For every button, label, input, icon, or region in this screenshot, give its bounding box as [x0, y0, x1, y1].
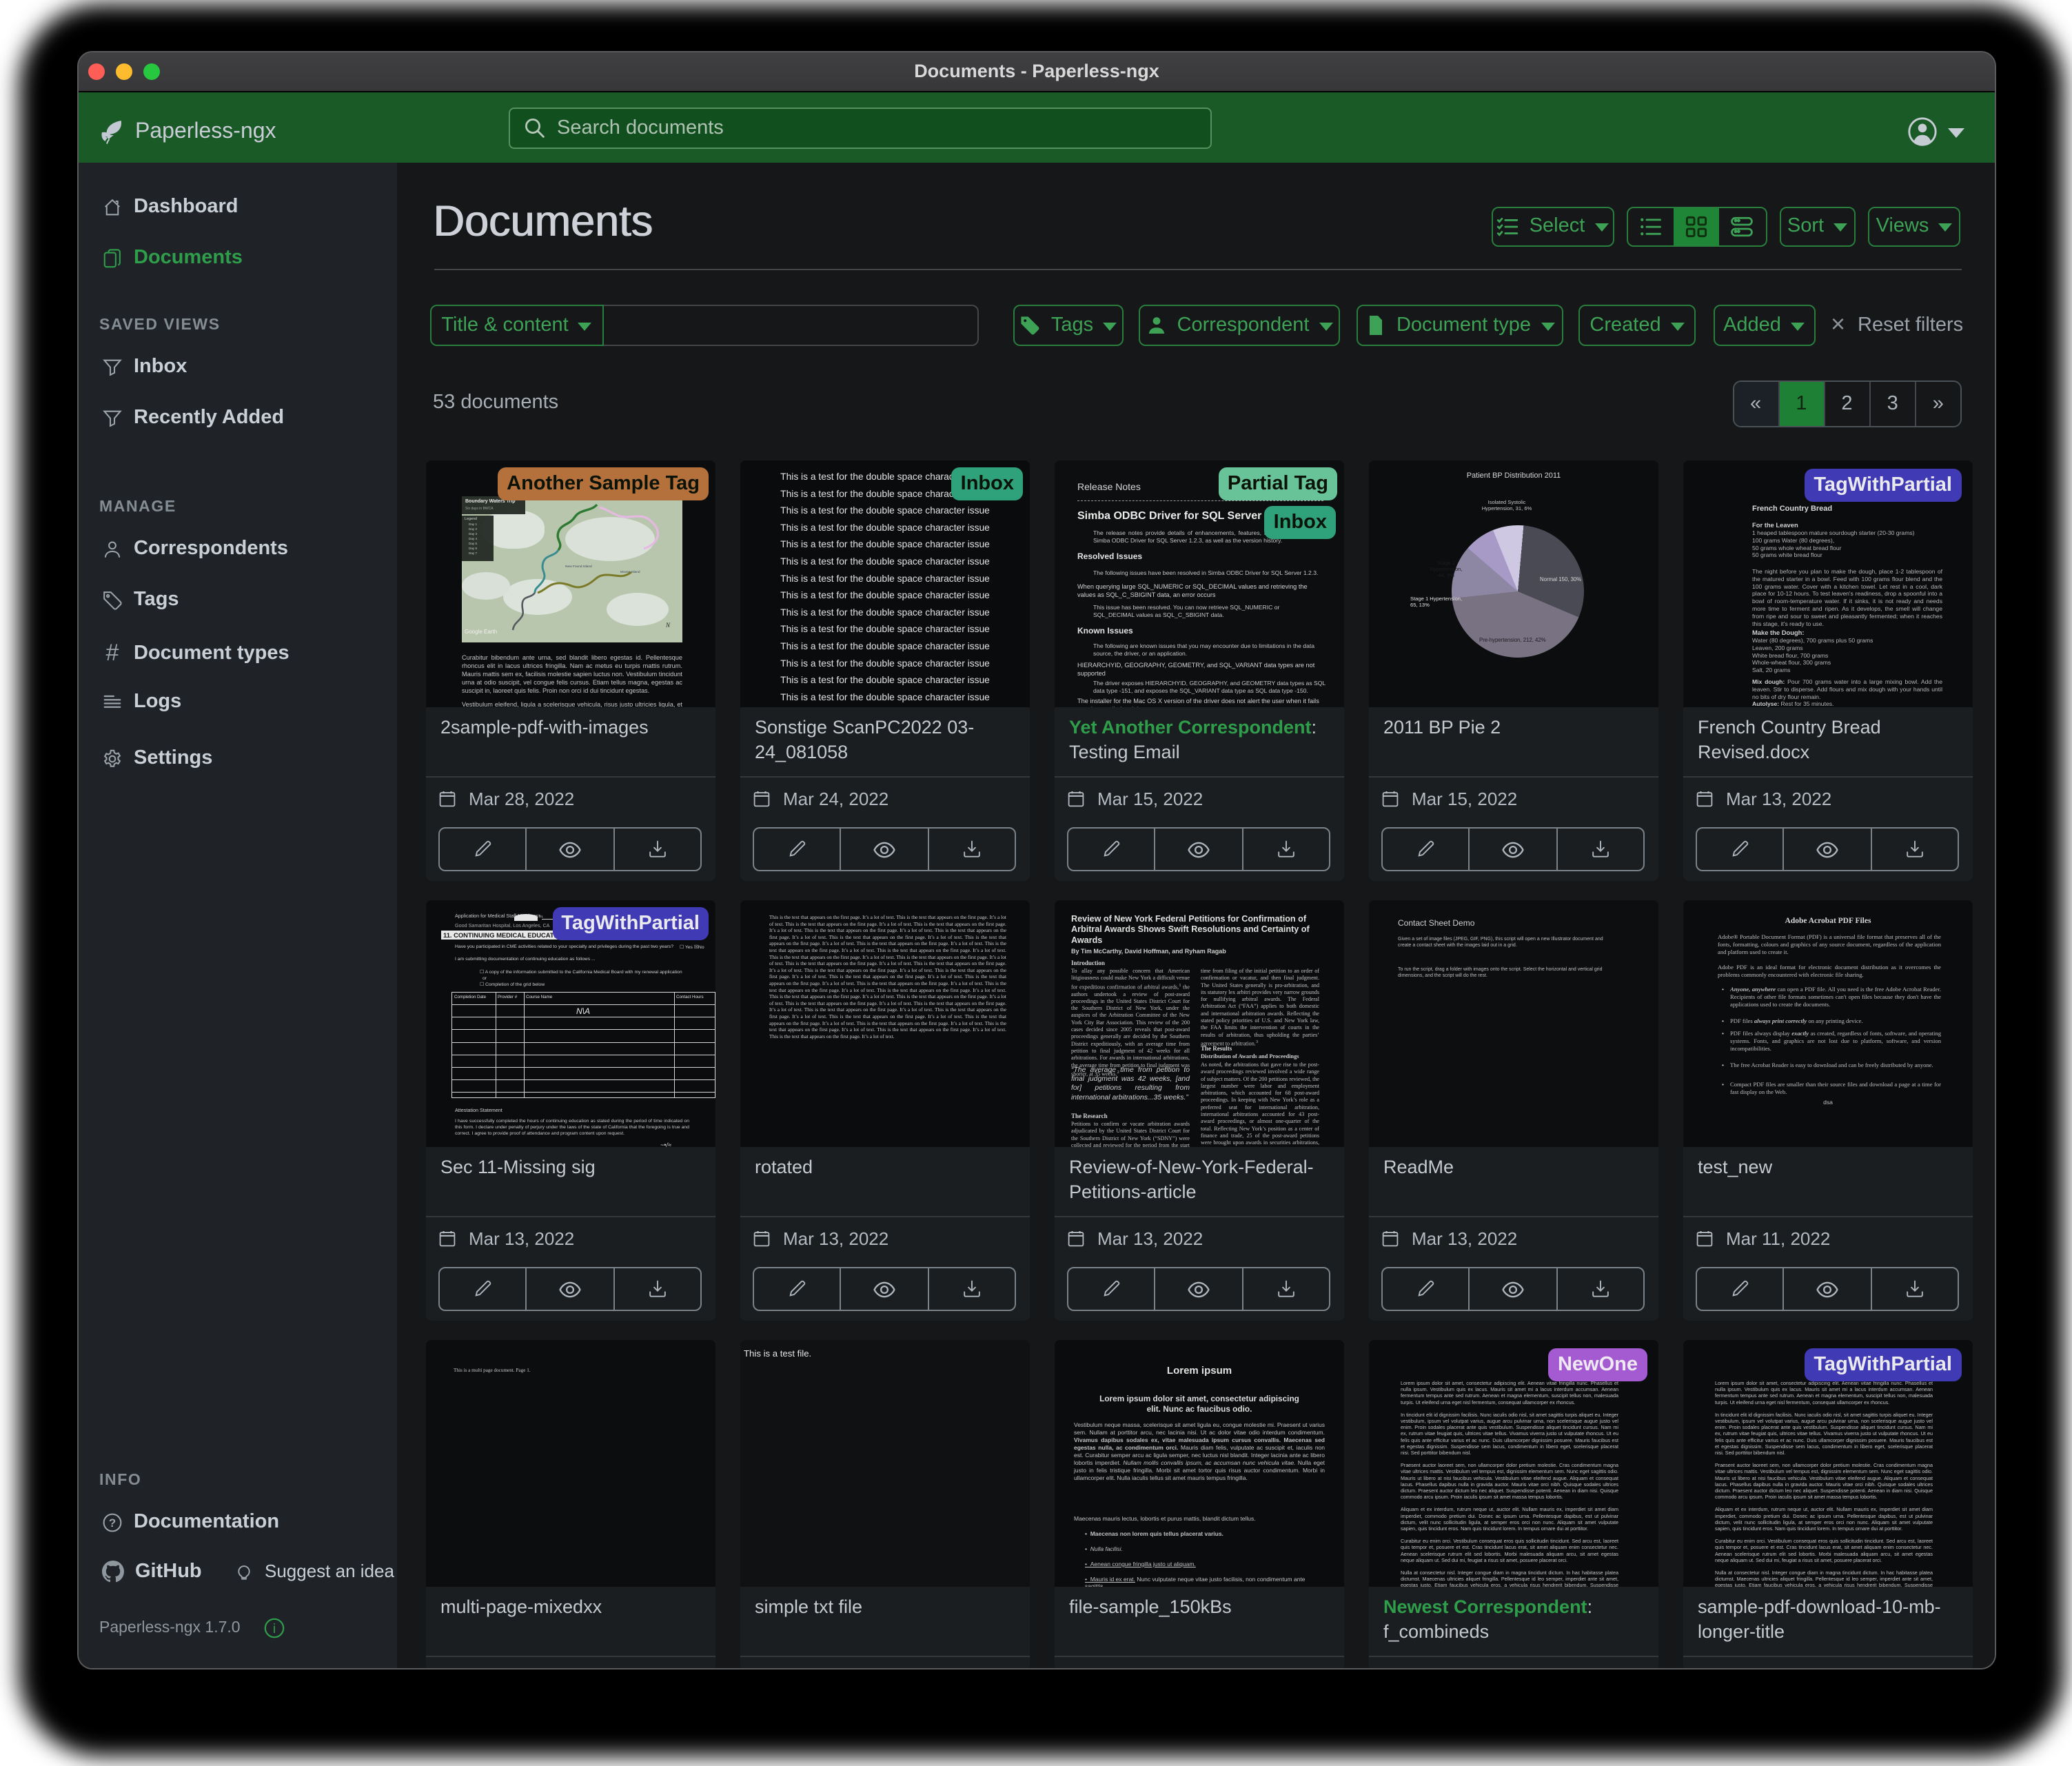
svg-text:i: i [273, 1622, 276, 1636]
svg-text:?: ? [109, 1516, 116, 1529]
